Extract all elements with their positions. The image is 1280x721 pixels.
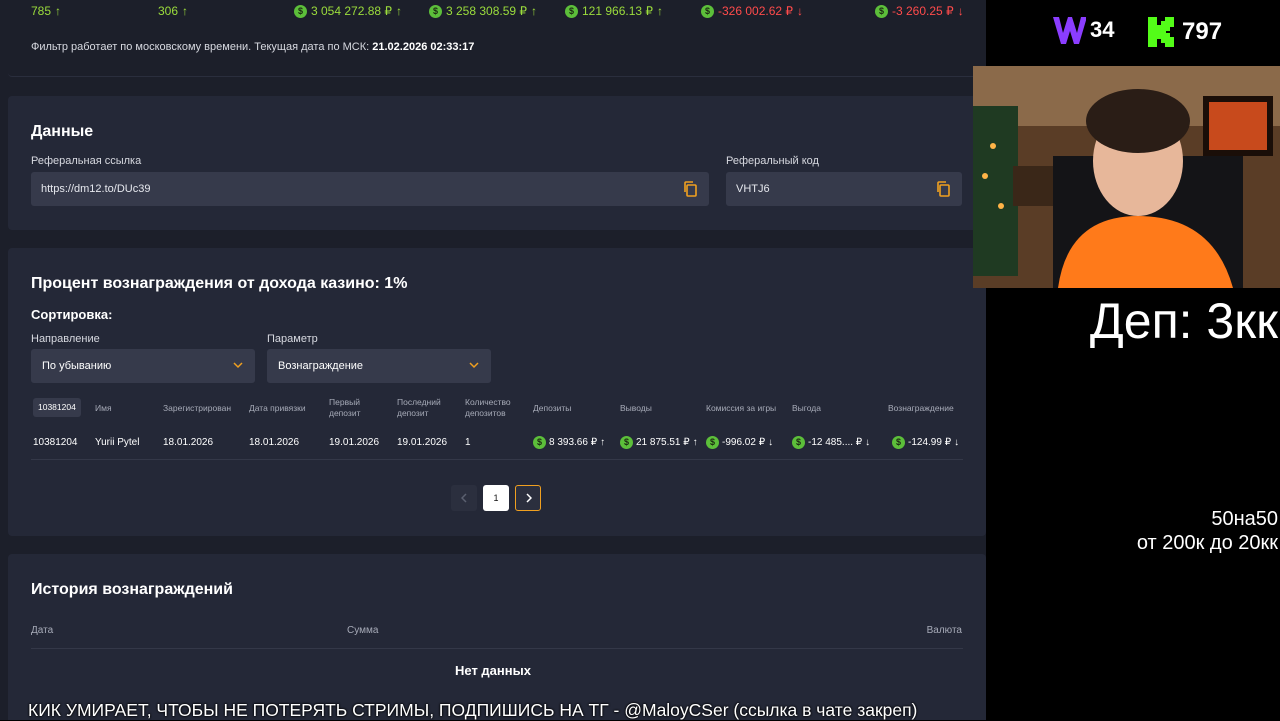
arrow-down-icon: ↓ bbox=[954, 437, 960, 448]
column-amount: Сумма bbox=[347, 625, 379, 636]
kick-counter: 797 bbox=[1146, 16, 1222, 48]
deposits-value: 8 393.66 ₽ bbox=[549, 437, 598, 448]
cell-last-deposit: 19.01.2026 bbox=[397, 437, 448, 448]
kick-logo-icon bbox=[1148, 17, 1174, 47]
reward-value: -124.99 ₽ bbox=[908, 437, 952, 448]
cell-first-deposit: 19.01.2026 bbox=[329, 437, 380, 448]
copy-icon[interactable] bbox=[683, 181, 697, 197]
stream-ticker: КИК УМИРАЕТ, ЧТОБЫ НЕ ПОТЕРЯТЬ СТРИМЫ, П… bbox=[28, 700, 918, 720]
column-currency: Валюта bbox=[926, 625, 962, 636]
direction-label: Направление bbox=[31, 333, 100, 345]
coin-icon: $ bbox=[892, 436, 905, 449]
param-label: Параметр bbox=[267, 333, 318, 345]
cell-commission: $ -996.02 ₽ ↓ bbox=[706, 436, 773, 449]
chevron-down-icon bbox=[469, 362, 479, 369]
direction-value: По убыванию bbox=[42, 360, 112, 372]
webcam-feed bbox=[973, 66, 1280, 288]
overlay-line-1: 50на50 bbox=[1211, 508, 1278, 530]
cell-deposits: $8 393.66 ₽ ↑ bbox=[533, 436, 605, 449]
history-card: История вознаграждений Дата Сумма Валюта… bbox=[8, 554, 986, 720]
arrow-down-icon: ↓ bbox=[768, 437, 774, 448]
prev-page-button[interactable] bbox=[451, 485, 477, 511]
cell-deposit-count: 1 bbox=[465, 437, 471, 448]
column-date: Дата bbox=[31, 625, 54, 636]
overlay-line-2: от 200к до 20кк bbox=[1136, 532, 1278, 554]
commission-value: -996.02 ₽ bbox=[722, 437, 766, 448]
column-commission[interactable]: Комиссия за игры bbox=[706, 403, 776, 414]
k-count: 797 bbox=[1182, 18, 1223, 45]
cell-name: Yurii Pytel bbox=[95, 437, 140, 448]
arrow-down-icon: ↓ bbox=[865, 437, 871, 448]
coin-icon: $ bbox=[620, 436, 633, 449]
ref-link-value: https://dm12.to/DUc39 bbox=[41, 183, 151, 195]
column-registered[interactable]: Зарегистрирован bbox=[163, 403, 231, 414]
deposit-overlay: Деп: 3кк bbox=[1089, 293, 1278, 349]
empty-state: Нет данных bbox=[455, 663, 531, 678]
cell-reward: $ -124.99 ₽ ↓ bbox=[892, 436, 959, 449]
ref-link-label: Реферальная ссылка bbox=[31, 155, 142, 167]
page-1-button[interactable]: 1 bbox=[483, 485, 509, 511]
ref-code-field[interactable]: VHTJ6 bbox=[726, 172, 962, 206]
param-select[interactable]: Вознаграждение bbox=[267, 349, 491, 383]
param-value: Вознаграждение bbox=[278, 360, 364, 372]
w-counter: 34 bbox=[1052, 14, 1114, 46]
withdrawals-value: 21 875.51 ₽ bbox=[636, 437, 690, 448]
column-deposit-count[interactable]: Количество депозитов bbox=[465, 397, 521, 419]
reward-card: Процент вознаграждения от дохода казино:… bbox=[8, 248, 986, 536]
column-name[interactable]: Имя bbox=[95, 403, 112, 414]
next-page-button[interactable] bbox=[515, 485, 541, 511]
ref-code-label: Реферальный код bbox=[726, 155, 819, 167]
history-title: История вознаграждений bbox=[31, 581, 233, 598]
cell-bound: 18.01.2026 bbox=[249, 437, 300, 448]
arrow-up-icon: ↑ bbox=[692, 437, 698, 448]
profit-value: -12 485.... ₽ bbox=[808, 437, 863, 448]
webcam-image bbox=[973, 66, 1280, 288]
column-profit[interactable]: Выгода bbox=[792, 403, 821, 414]
direction-select[interactable]: По убыванию bbox=[31, 349, 255, 383]
coin-icon: $ bbox=[706, 436, 719, 449]
column-id[interactable]: 10381204 bbox=[33, 398, 81, 417]
cell-id: 10381204 bbox=[33, 437, 78, 448]
column-first-deposit[interactable]: Первый депозит bbox=[329, 397, 377, 419]
cell-registered: 18.01.2026 bbox=[163, 437, 214, 448]
chevron-right-icon bbox=[525, 493, 532, 503]
column-withdrawals[interactable]: Выводы bbox=[620, 403, 652, 414]
history-divider bbox=[31, 648, 963, 649]
column-bound-date[interactable]: Дата привязки bbox=[249, 403, 306, 414]
casino-site: 785 ↑ 306 ↑ $3 054 272.88 ₽ ↑ $3 258 308.59… bbox=[0, 0, 986, 720]
column-reward[interactable]: Вознаграждение bbox=[888, 403, 954, 414]
copy-icon[interactable] bbox=[936, 181, 950, 197]
coin-icon: $ bbox=[533, 436, 546, 449]
ref-code-value: VHTJ6 bbox=[736, 183, 770, 195]
cell-withdrawals: $21 875.51 ₽ ↑ bbox=[620, 436, 698, 449]
ref-link-field[interactable]: https://dm12.to/DUc39 bbox=[31, 172, 709, 206]
cell-profit: $ -12 485.... ₽ ↓ bbox=[792, 436, 870, 449]
arrow-up-icon: ↑ bbox=[600, 437, 606, 448]
coin-icon: $ bbox=[792, 436, 805, 449]
w-logo-icon bbox=[1053, 17, 1086, 44]
row-divider bbox=[31, 459, 963, 460]
column-last-deposit[interactable]: Последний депозит bbox=[397, 397, 449, 419]
data-card: Данные Реферальная ссылка https://dm12.t… bbox=[8, 96, 986, 230]
sort-label: Сортировка: bbox=[31, 307, 113, 322]
data-title: Данные bbox=[31, 123, 94, 140]
stats-card bbox=[8, 0, 986, 77]
column-deposits[interactable]: Депозиты bbox=[533, 403, 571, 414]
chevron-left-icon bbox=[460, 493, 467, 503]
reward-title: Процент вознаграждения от дохода казино:… bbox=[31, 275, 408, 292]
chevron-down-icon bbox=[233, 362, 243, 369]
w-count: 34 bbox=[1090, 17, 1115, 42]
